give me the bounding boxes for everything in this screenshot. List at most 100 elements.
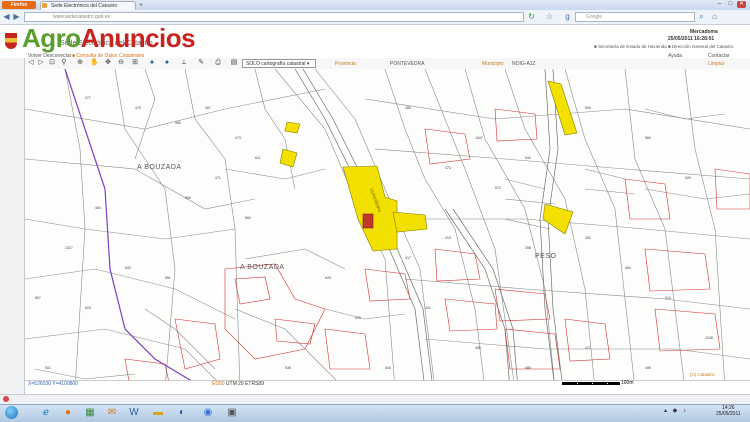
new-tab-button[interactable]: + <box>139 2 146 9</box>
excel-icon[interactable]: ▦ <box>80 405 100 420</box>
pan-right-icon[interactable]: ▷ <box>37 59 45 67</box>
home-icon[interactable]: ⌂ <box>710 12 719 21</box>
svg-text:480: 480 <box>525 366 531 370</box>
pan-left-icon[interactable]: ◁ <box>27 59 35 67</box>
app-icon[interactable]: ◐ <box>172 405 192 420</box>
back-arrow-icon[interactable]: ◀ <box>2 12 11 21</box>
close-window-button[interactable]: ✕ <box>737 1 746 8</box>
highlighted-parcels <box>279 80 578 252</box>
coordinates-readout: X=536030 Y=4100800 <box>28 381 78 387</box>
svg-text:467: 467 <box>205 106 211 110</box>
search-icon[interactable]: ⌕ <box>697 12 706 21</box>
zoom-in-icon[interactable]: ⊕ <box>76 59 84 67</box>
svg-text:572: 572 <box>495 186 501 190</box>
print-icon[interactable]: ⎙ <box>214 59 222 67</box>
place-label-a-bouzada-2: A BOUZADA <box>240 264 285 271</box>
svg-text:452: 452 <box>585 236 591 240</box>
svg-text:480: 480 <box>175 121 181 125</box>
scale-bar <box>562 382 620 385</box>
svg-text:529: 529 <box>325 276 331 280</box>
svg-text:520: 520 <box>85 306 91 310</box>
measure-icon[interactable]: ⟂ <box>180 59 188 67</box>
highlighted-parcel <box>542 203 574 235</box>
highlighted-parcel <box>284 121 301 134</box>
folder-icon[interactable]: ▬ <box>148 405 168 420</box>
highlighted-parcel <box>342 165 398 252</box>
left-side-panel <box>0 58 25 403</box>
scale-label: 100m <box>621 380 634 386</box>
firefox-icon[interactable]: ● <box>58 405 78 420</box>
internet-explorer-icon[interactable]: ℯ <box>36 405 56 420</box>
forward-arrow-icon[interactable]: ▶ <box>12 12 21 21</box>
svg-text:484: 484 <box>95 206 101 210</box>
ministry-links[interactable]: ■ Secretaría de Estado de Hacienda ■ Dir… <box>594 44 734 49</box>
clock-date: 25/05/2011 <box>716 411 741 417</box>
word-icon[interactable]: W <box>124 405 144 420</box>
provincia-label: Provincia: <box>335 61 357 67</box>
svg-text:513: 513 <box>665 296 671 300</box>
highlighted-parcel <box>547 80 578 136</box>
svg-text:471: 471 <box>215 176 221 180</box>
layers-icon[interactable]: ▤ <box>230 59 238 67</box>
svg-text:544: 544 <box>525 156 531 160</box>
cadastral-map[interactable]: 477 479 480 467 473 611 471 559 484 1027 542 551 … <box>25 69 750 389</box>
url-bar[interactable]: www.sedecatastro.gob.es <box>24 12 524 22</box>
svg-text:507: 507 <box>35 296 41 300</box>
zoom-out-icon[interactable]: ⊖ <box>117 59 125 67</box>
svg-text:471: 471 <box>585 346 591 350</box>
svg-text:441: 441 <box>425 306 431 310</box>
svg-text:584: 584 <box>645 136 651 140</box>
svg-text:559: 559 <box>185 196 191 200</box>
highlighted-parcel <box>392 211 428 233</box>
full-extent-icon[interactable]: ⊞ <box>131 59 139 67</box>
google-icon[interactable]: g <box>563 12 572 21</box>
svg-text:1347: 1347 <box>475 136 483 140</box>
svg-text:551: 551 <box>165 276 171 280</box>
place-label-peso: PESO <box>535 253 557 260</box>
svg-text:398: 398 <box>525 246 531 250</box>
maximize-button[interactable]: □ <box>726 1 735 8</box>
svg-text:542: 542 <box>125 266 131 270</box>
projection-name: UTM 29 ETRS89 <box>225 381 264 387</box>
bookmark-star-icon[interactable]: ☆ <box>545 12 554 21</box>
layer-select[interactable]: SOLO cartografía catastral ▾ <box>242 59 316 68</box>
zoom-extent-icon[interactable]: ⊡ <box>48 59 56 67</box>
chat-icon[interactable]: ◉ <box>198 405 218 420</box>
ruler-icon[interactable]: ✎ <box>197 59 205 67</box>
spain-crest-icon <box>5 33 17 49</box>
firefox-menu-button[interactable]: Firefox <box>2 1 36 9</box>
system-clock[interactable]: 14:26 25/05/2011 <box>716 405 741 417</box>
tab-favicon-icon <box>42 3 47 8</box>
agroanuncios-watermark: AgroAnuncios <box>22 23 196 53</box>
globe-icon[interactable]: ● <box>163 59 171 67</box>
system-tray-icons[interactable]: ▴ ◆ ♪ <box>664 407 688 414</box>
place-label-a-bouzada-1: A BOUZADA <box>137 164 182 171</box>
reload-icon[interactable]: ↻ <box>527 12 536 21</box>
svg-text:479: 479 <box>135 106 141 110</box>
browser-tab[interactable]: Sede Electrónica del Catastro <box>40 1 136 10</box>
watermark-agro: Agro <box>22 23 81 53</box>
map-copyright: (C) Catastro <box>690 372 715 377</box>
projection-label: ED50 UTM 29 ETRS89 <box>212 381 264 387</box>
photo-icon[interactable]: ▣ <box>222 405 242 420</box>
move-icon[interactable]: ✥ <box>104 59 112 67</box>
addon-icon[interactable] <box>3 396 9 402</box>
minimize-button[interactable]: – <box>715 1 724 8</box>
projection-tag: ED50 <box>212 381 225 387</box>
svg-text:538: 538 <box>285 366 291 370</box>
map-canvas[interactable]: 477479480467 473611471559 4841027542551 … <box>25 69 750 389</box>
outlook-icon[interactable]: ✉ <box>102 405 122 420</box>
svg-text:533: 533 <box>355 316 361 320</box>
svg-text:464: 464 <box>625 266 631 270</box>
hand-pan-icon[interactable]: ✋ <box>90 59 99 67</box>
info-icon[interactable]: ● <box>148 59 156 67</box>
svg-text:1048: 1048 <box>705 336 713 340</box>
clear-button[interactable]: Limpiar <box>708 61 724 67</box>
binoculars-icon[interactable]: ⚲ <box>60 59 68 67</box>
start-button[interactable] <box>1 404 21 421</box>
map-status-bar <box>25 380 750 390</box>
svg-text:417: 417 <box>405 256 411 260</box>
search-input[interactable]: Google <box>575 12 695 22</box>
svg-text:1027: 1027 <box>65 246 73 250</box>
svg-text:413: 413 <box>445 236 451 240</box>
